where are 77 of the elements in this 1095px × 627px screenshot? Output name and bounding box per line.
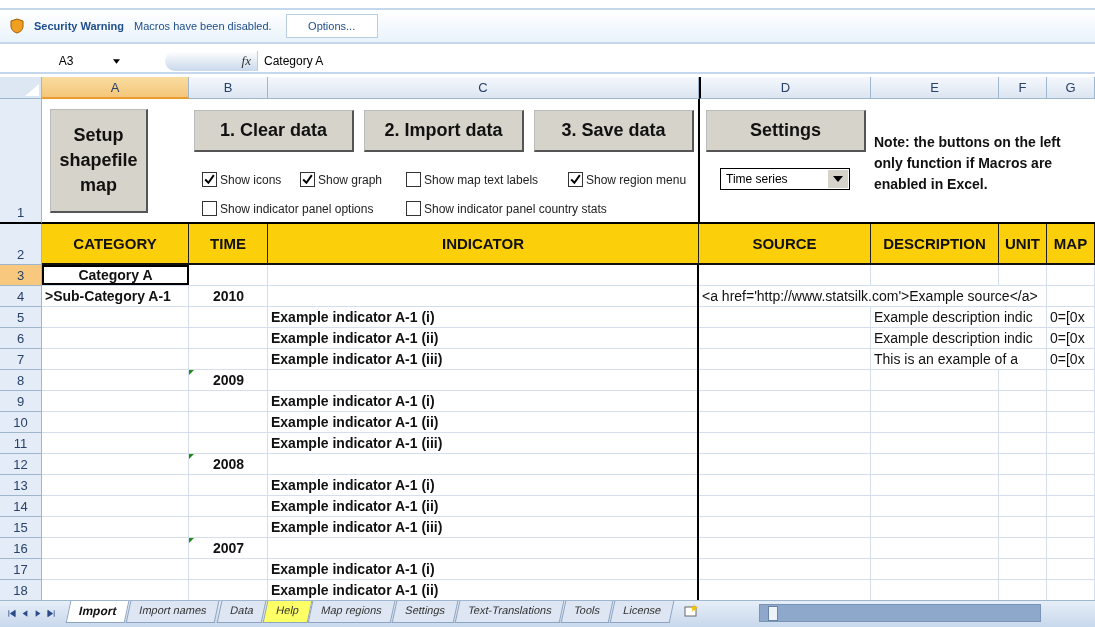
function-button[interactable]: fx [241,53,251,69]
sheet-tab[interactable]: Import [65,601,130,623]
macro-button[interactable]: 1. Clear data [194,110,354,152]
row-header[interactable]: 18 [0,580,42,601]
row-header[interactable]: 14 [0,496,42,517]
table-header-cell: DESCRIPTION [871,224,999,265]
next-sheet-icon[interactable] [34,609,42,618]
sheet-tab[interactable]: License [609,601,675,623]
checkbox-label: Show indicator panel country stats [424,201,607,216]
row-header[interactable]: 13 [0,475,42,496]
column-header[interactable]: C [268,77,699,99]
row-header[interactable]: 16 [0,538,42,559]
row-header[interactable]: 15 [0,517,42,538]
first-sheet-icon[interactable] [8,609,16,618]
warning-title: Security Warning [34,20,125,32]
table-header-cell: INDICATOR [268,224,699,265]
column-header[interactable]: F [999,77,1047,99]
table-header-cell: UNIT [999,224,1047,265]
sheet-tab[interactable]: Text-Translations [454,601,565,623]
description-cell: This is an example of a [871,349,1020,369]
row-header[interactable]: 1 [0,99,42,224]
last-sheet-icon[interactable] [47,609,55,618]
row-header[interactable]: 7 [0,349,42,370]
checkbox-label: Show graph [318,172,383,187]
shield-icon [10,18,24,34]
row-header[interactable]: 11 [0,433,42,454]
row-header[interactable]: 2 [0,224,42,265]
dropdown-arrow-icon [833,176,843,182]
table-header-cell: MAP [1047,224,1095,265]
checkbox-label: Show region menu [586,172,687,187]
row-header[interactable]: 5 [0,307,42,328]
note-text: Note: the buttons on the left only function if Macros are enabled in Excel. [874,133,1062,194]
macro-button[interactable]: 2. Import data [364,110,524,152]
warning-message: Macros have been disabled. [134,20,272,32]
column-header[interactable]: A [42,77,189,99]
macro-button[interactable]: 3. Save data [534,110,694,152]
row-header[interactable]: 6 [0,328,42,349]
sheet-tab[interactable]: Map regions [308,601,396,623]
settings-button[interactable]: Settings [706,110,866,152]
checkbox[interactable] [568,172,583,187]
setup-shapefile-map-button[interactable]: Setup shapefile map [50,109,148,213]
column-header[interactable]: E [871,77,999,99]
checkbox[interactable] [202,172,217,187]
checkbox[interactable] [406,201,421,216]
sheet-tab[interactable]: Help [262,601,312,623]
dropdown-arrow-icon [113,58,121,64]
name-box[interactable]: A3 [0,51,165,71]
checkbox-label: Show icons [220,172,282,187]
row-header[interactable]: 3 [0,265,42,286]
source-cell: <a href='http://www.statsilk.com'>Example source</a> [699,286,1040,306]
row-header[interactable]: 9 [0,391,42,412]
formula-input[interactable]: Category A [257,51,1095,71]
category-cell[interactable]: Category A [42,265,189,285]
checkbox-label: Show map text labels [424,172,539,187]
checkbox[interactable] [202,201,217,216]
table-header-cell: CATEGORY [42,224,189,265]
sheet-tab[interactable]: Import names [126,601,220,623]
previous-sheet-icon[interactable] [21,609,29,618]
column-header[interactable]: D [699,77,871,99]
sheet-tab[interactable]: Settings [391,601,459,623]
table-header-cell: TIME [189,224,268,265]
sheet-tab[interactable]: Data [216,601,267,623]
sheet-tab[interactable]: Tools [560,601,614,623]
table-header-cell: SOURCE [699,224,871,265]
row-header[interactable]: 10 [0,412,42,433]
horizontal-scrollbar[interactable] [758,604,1041,622]
checkbox-label: Show indicator panel options [220,201,374,216]
checkbox[interactable] [406,172,421,187]
dropdown[interactable]: Time series [720,168,850,190]
row-header[interactable]: 8 [0,370,42,391]
checkbox[interactable] [300,172,315,187]
column-header[interactable]: B [189,77,268,99]
row-header[interactable]: 17 [0,559,42,580]
column-header[interactable]: G [1047,77,1095,99]
options-button[interactable]: Options... [285,14,378,38]
row-header[interactable]: 4 [0,286,42,307]
row-header[interactable]: 12 [0,454,42,475]
